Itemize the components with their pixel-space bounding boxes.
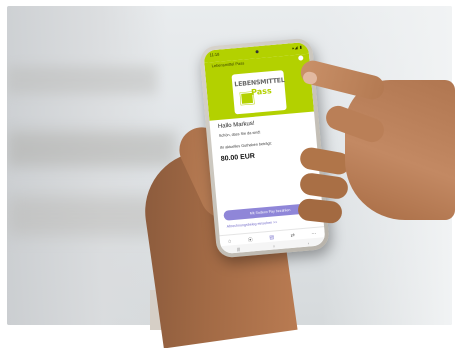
app-header: Lebensmittel Pass LEBENSMITTEL Pass: [204, 53, 315, 121]
nav-location-icon[interactable]: ⦿: [248, 236, 254, 243]
greeting-title: Hallo Markus!: [217, 120, 255, 130]
nav-transfer-icon[interactable]: ⇄: [290, 233, 295, 239]
brand-logo: LEBENSMITTEL Pass: [231, 70, 287, 115]
logo-text-bottom: Pass: [250, 86, 273, 97]
background-shelf: [7, 66, 157, 94]
receipts-link[interactable]: Abrechnungsbeleg einsehen >>: [227, 220, 278, 228]
back-icon[interactable]: ‹: [307, 240, 309, 245]
balance-value: 80.00 EUR: [220, 152, 256, 163]
right-hand: [345, 80, 455, 220]
background-shelf: [7, 131, 177, 167]
nav-card-icon[interactable]: ▤: [269, 235, 274, 241]
balance-label: Ihr aktuelles Guthaben beträgt:: [219, 141, 272, 150]
status-time: 11:18: [209, 51, 220, 58]
settings-icon[interactable]: [298, 55, 304, 61]
nav-more-icon[interactable]: ⋯: [311, 231, 317, 237]
nav-home-icon[interactable]: ⌂: [228, 238, 232, 244]
header-title: Lebensmittel Pass: [211, 60, 245, 69]
camera-icon: [255, 50, 259, 54]
status-icons: ▴◢ ▮: [291, 44, 303, 51]
home-icon[interactable]: ○: [272, 243, 275, 248]
welcome-text: Schön, dass Sie da sind!: [218, 130, 261, 138]
recent-apps-icon[interactable]: |||: [237, 246, 241, 251]
